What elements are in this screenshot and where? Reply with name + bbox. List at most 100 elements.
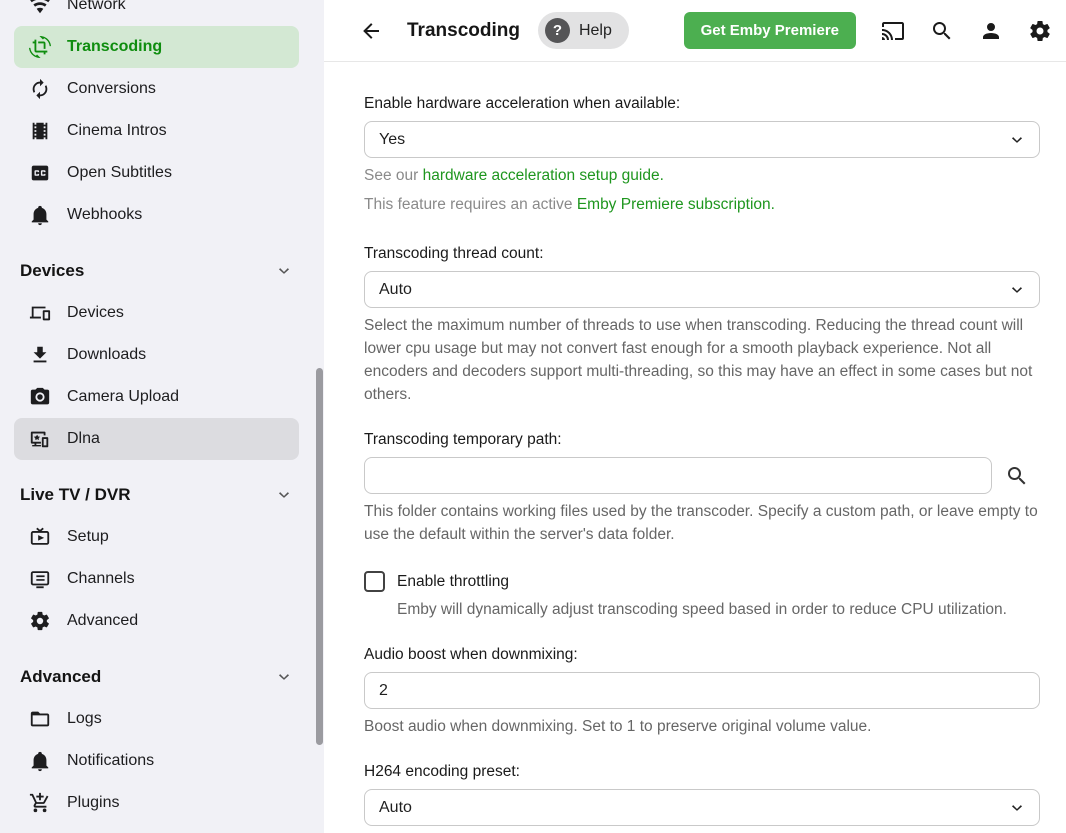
download-icon <box>28 343 52 367</box>
theaters-icon <box>28 119 52 143</box>
help-button[interactable]: ? Help <box>538 12 629 49</box>
main-panel: Transcoding ? Help Get Emby Premiere Ena… <box>324 0 1066 833</box>
audio-boost-input[interactable] <box>364 672 1040 709</box>
field-thread-count: Transcoding thread count: Auto Select th… <box>364 245 1040 406</box>
sidebar-section-live-tv[interactable]: Live TV / DVR <box>0 474 324 516</box>
bell-icon <box>28 749 52 773</box>
bell-icon <box>28 203 52 227</box>
sidebar-section-advanced[interactable]: Advanced <box>0 656 324 698</box>
cast-device-icon <box>28 427 52 451</box>
help-label: Help <box>579 22 612 40</box>
sidebar-item-label: Dlna <box>67 430 100 448</box>
thread-count-select[interactable]: Auto <box>364 271 1040 308</box>
sidebar-item-label: Channels <box>67 570 135 588</box>
sidebar-item-label: Plugins <box>67 794 119 812</box>
wifi-icon <box>28 0 52 17</box>
sidebar-item-label: Downloads <box>67 346 146 364</box>
question-mark-icon: ? <box>545 18 570 43</box>
enable-throttling-checkbox[interactable] <box>364 571 385 592</box>
sidebar-section-title: Advanced <box>20 667 101 687</box>
field-h264-preset: H264 encoding preset: Auto Choose a fast… <box>364 763 1040 833</box>
chevron-down-icon <box>274 485 294 505</box>
sidebar-item-transcoding[interactable]: Transcoding <box>14 26 299 68</box>
sidebar-section-title: Live TV / DVR <box>20 485 131 505</box>
sidebar: Network Transcoding Conversions Cinema I… <box>0 0 324 833</box>
field-temp-path: Transcoding temporary path: This folder … <box>364 431 1040 546</box>
help-text: Emby will dynamically adjust transcoding… <box>397 598 1017 621</box>
sidebar-item-plugins[interactable]: Plugins <box>0 782 324 824</box>
field-label: Transcoding temporary path: <box>364 431 1040 449</box>
sidebar-item-label: Transcoding <box>67 38 162 56</box>
sidebar-item-cinema-intros[interactable]: Cinema Intros <box>0 110 324 152</box>
gear-icon[interactable] <box>1028 19 1052 43</box>
sidebar-item-label: Devices <box>67 304 124 322</box>
sidebar-item-scheduled-tasks[interactable]: Scheduled Tasks <box>0 824 324 833</box>
sidebar-item-notifications[interactable]: Notifications <box>0 740 324 782</box>
field-audio-boost: Audio boost when downmixing: Boost audio… <box>364 646 1040 738</box>
sidebar-item-downloads[interactable]: Downloads <box>0 334 324 376</box>
gear-icon <box>28 609 52 633</box>
sidebar-nav: Network Transcoding Conversions Cinema I… <box>0 0 324 833</box>
sidebar-item-label: Webhooks <box>67 206 142 224</box>
browse-folder-search-icon[interactable] <box>1005 464 1029 488</box>
field-label: Audio boost when downmixing: <box>364 646 1040 664</box>
sidebar-item-label: Cinema Intros <box>67 122 167 140</box>
help-text: This folder contains working files used … <box>364 500 1040 546</box>
field-label: Transcoding thread count: <box>364 245 1040 263</box>
chevron-down-icon <box>274 667 294 687</box>
sidebar-item-label: Conversions <box>67 80 156 98</box>
sidebar-item-channels[interactable]: Channels <box>0 558 324 600</box>
sidebar-item-setup[interactable]: Setup <box>0 516 324 558</box>
chevron-down-icon <box>274 261 294 281</box>
sidebar-item-label: Network <box>67 0 126 14</box>
sidebar-item-webhooks[interactable]: Webhooks <box>0 194 324 236</box>
get-emby-premiere-button[interactable]: Get Emby Premiere <box>684 12 856 49</box>
field-label: Enable hardware acceleration when availa… <box>364 95 1040 113</box>
sidebar-item-dlna[interactable]: Dlna <box>14 418 299 460</box>
page-title: Transcoding <box>407 20 520 42</box>
premiere-note: This feature requires an active Emby Pre… <box>364 193 1040 216</box>
help-text: See our hardware acceleration setup guid… <box>364 164 1040 187</box>
hardware-acceleration-select[interactable]: Yes <box>364 121 1040 158</box>
folder-icon <box>28 707 52 731</box>
settings-form: Enable hardware acceleration when availa… <box>324 62 1066 833</box>
channel-list-icon <box>28 567 52 591</box>
sidebar-item-camera-upload[interactable]: Camera Upload <box>0 376 324 418</box>
sidebar-item-label: Logs <box>67 710 102 728</box>
sidebar-item-label: Advanced <box>67 612 138 630</box>
sidebar-section-title: Devices <box>20 261 84 281</box>
cart-plus-icon <box>28 791 52 815</box>
sidebar-item-livetv-advanced[interactable]: Advanced <box>0 600 324 642</box>
sidebar-item-logs[interactable]: Logs <box>0 698 324 740</box>
cast-icon[interactable] <box>881 19 905 43</box>
sidebar-scrollbar[interactable] <box>316 368 323 745</box>
user-icon[interactable] <box>979 19 1003 43</box>
help-text: Select the maximum number of threads to … <box>364 314 1040 406</box>
devices-icon <box>28 301 52 325</box>
select-value: Auto <box>379 799 412 817</box>
sidebar-item-conversions[interactable]: Conversions <box>0 68 324 110</box>
back-icon[interactable] <box>359 19 383 43</box>
select-value: Auto <box>379 281 412 299</box>
field-hardware-acceleration: Enable hardware acceleration when availa… <box>364 95 1040 216</box>
h264-preset-select[interactable]: Auto <box>364 789 1040 826</box>
chevron-down-icon <box>1007 798 1027 818</box>
emby-premiere-subscription-link[interactable]: Emby Premiere subscription <box>577 196 771 213</box>
temp-path-input[interactable] <box>364 457 992 494</box>
sidebar-item-label: Camera Upload <box>67 388 179 406</box>
hardware-acceleration-guide-link[interactable]: hardware acceleration setup guide <box>423 167 660 184</box>
search-icon[interactable] <box>930 19 954 43</box>
closed-caption-icon <box>28 161 52 185</box>
camera-icon <box>28 385 52 409</box>
sidebar-section-devices[interactable]: Devices <box>0 250 324 292</box>
sidebar-item-network[interactable]: Network <box>0 0 324 26</box>
select-value: Yes <box>379 131 405 149</box>
checkbox-label: Enable throttling <box>397 573 509 591</box>
sidebar-item-open-subtitles[interactable]: Open Subtitles <box>0 152 324 194</box>
field-label: H264 encoding preset: <box>364 763 1040 781</box>
chevron-down-icon <box>1007 280 1027 300</box>
field-throttling: Enable throttling Emby will dynamically … <box>364 571 1040 621</box>
help-text: Boost audio when downmixing. Set to 1 to… <box>364 715 1040 738</box>
live-tv-icon <box>28 525 52 549</box>
sidebar-item-devices[interactable]: Devices <box>0 292 324 334</box>
